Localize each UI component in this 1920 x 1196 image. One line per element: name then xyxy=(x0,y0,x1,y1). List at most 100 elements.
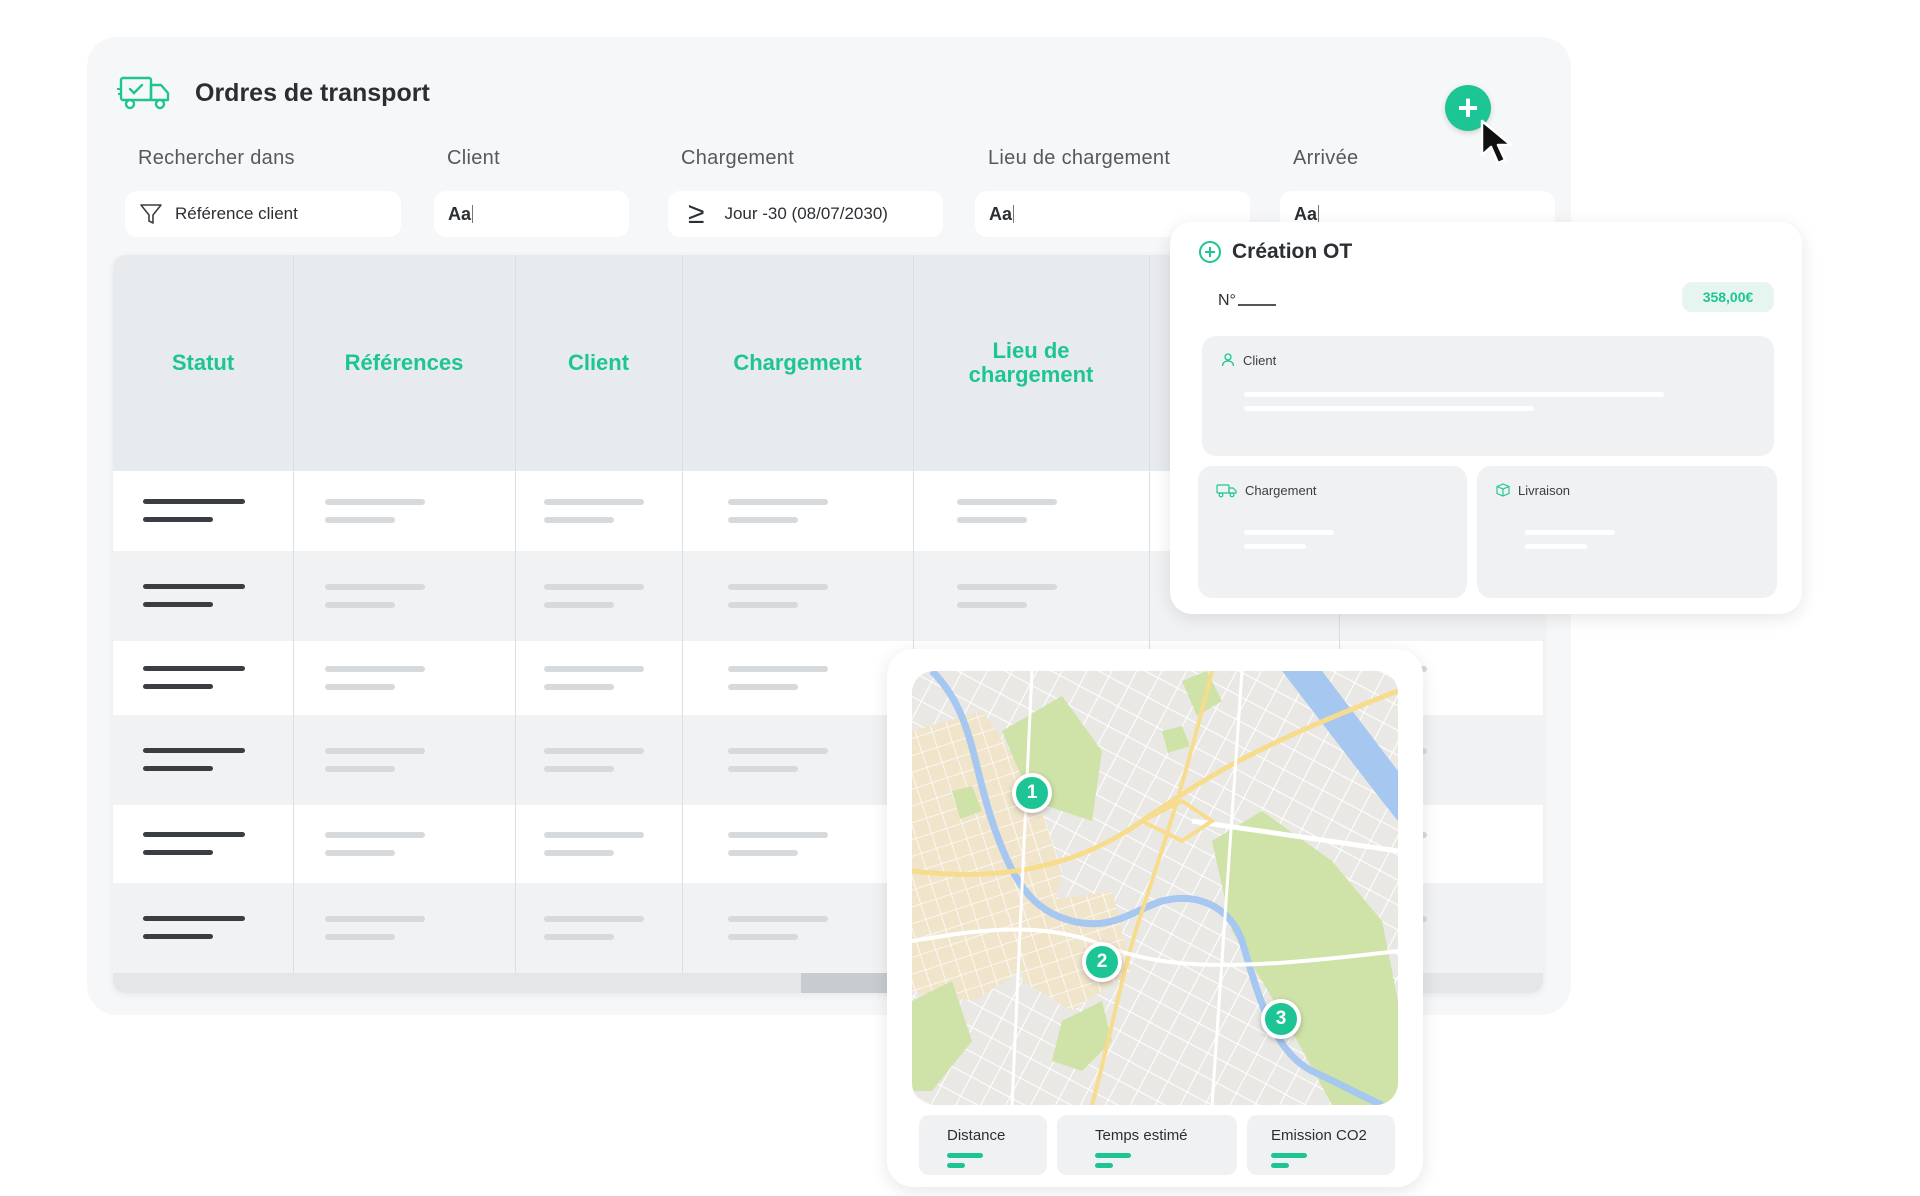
order-number-field[interactable]: N° xyxy=(1218,292,1276,310)
placeholder-bar xyxy=(728,517,798,523)
cursor-icon xyxy=(1480,119,1513,165)
placeholder-bar xyxy=(544,850,614,856)
distance-label: Distance xyxy=(947,1127,1006,1144)
placeholder-bar xyxy=(544,748,644,754)
placeholder-bar xyxy=(325,666,425,672)
placeholder-bar xyxy=(143,766,213,771)
column-header-loading[interactable]: Chargement xyxy=(682,255,913,471)
placeholder-bar xyxy=(143,666,245,671)
route-map[interactable]: 1 2 3 xyxy=(912,671,1398,1105)
column-header-status[interactable]: Statut xyxy=(113,255,293,471)
placeholder-bar xyxy=(325,499,425,505)
placeholder-bar xyxy=(143,916,245,921)
placeholder-bar xyxy=(143,584,245,589)
placeholder-bar xyxy=(957,499,1057,505)
client-box-label: Client xyxy=(1220,352,1276,368)
placeholder-bar xyxy=(728,684,798,690)
search-in-select[interactable]: Référence client xyxy=(125,191,401,237)
placeholder-bar xyxy=(325,748,425,754)
placeholder-bar xyxy=(728,602,798,608)
greater-or-equal-icon: ≥ xyxy=(688,197,705,230)
user-icon xyxy=(1221,353,1235,367)
placeholder-bar xyxy=(325,684,395,690)
placeholder-bar xyxy=(728,766,798,772)
placeholder-bar xyxy=(544,517,614,523)
placeholder-bar xyxy=(544,666,644,672)
placeholder-bar xyxy=(143,748,245,753)
order-creation-card: Création OT N° 358,00€ Client Chargement xyxy=(1170,222,1802,614)
loading-box-label: Chargement xyxy=(1216,482,1317,498)
placeholder-bar xyxy=(325,916,425,922)
placeholder-bar xyxy=(325,850,395,856)
placeholder-bar xyxy=(728,666,828,672)
co2-emission-stat: Emission CO2 xyxy=(1247,1115,1395,1175)
placeholder-bar xyxy=(143,934,213,939)
creation-title-row: Création OT xyxy=(1198,240,1352,264)
placeholder-bar xyxy=(143,684,213,689)
map-marker-2[interactable]: 2 xyxy=(1082,942,1122,982)
placeholder-bar xyxy=(143,832,245,837)
route-map-card: 1 2 3 Distance Temps estimé Emission CO2 xyxy=(887,649,1423,1187)
filter-label-loading-place: Lieu de chargement xyxy=(988,147,1171,169)
estimated-time-label: Temps estimé xyxy=(1095,1127,1188,1144)
funnel-icon xyxy=(140,204,162,224)
map-marker-1[interactable]: 1 xyxy=(1012,773,1052,813)
placeholder-bar xyxy=(728,499,828,505)
loading-box[interactable]: Chargement xyxy=(1198,466,1467,598)
placeholder-bar xyxy=(728,934,798,940)
placeholder-bar xyxy=(143,517,213,522)
placeholder-bar xyxy=(728,748,828,754)
price-badge: 358,00€ xyxy=(1682,282,1774,312)
map-marker-3[interactable]: 3 xyxy=(1261,999,1301,1039)
placeholder-bar xyxy=(143,850,213,855)
truck-icon xyxy=(117,76,170,110)
column-header-client[interactable]: Client xyxy=(515,255,682,471)
column-header-references[interactable]: Références xyxy=(293,255,515,471)
plus-icon: + xyxy=(1457,87,1479,128)
loading-place-filter-value: Aa xyxy=(989,203,1013,224)
delivery-box-label: Livraison xyxy=(1495,482,1570,498)
placeholder-bar xyxy=(544,934,614,940)
order-number-label: N° xyxy=(1218,292,1236,309)
placeholder-bar xyxy=(957,584,1057,590)
estimated-time-stat: Temps estimé xyxy=(1057,1115,1237,1175)
placeholder-bar xyxy=(544,832,644,838)
placeholder-bar xyxy=(957,517,1027,523)
placeholder-bar xyxy=(544,766,614,772)
filter-label-loading: Chargement xyxy=(681,147,795,169)
placeholder-bar xyxy=(544,684,614,690)
co2-emission-label: Emission CO2 xyxy=(1271,1127,1367,1144)
filter-label-arrival: Arrivée xyxy=(1293,147,1359,169)
placeholder-bar xyxy=(325,584,425,590)
creation-title: Création OT xyxy=(1232,240,1353,263)
truck-small-icon xyxy=(1216,484,1237,498)
search-in-value: Référence client xyxy=(175,204,298,223)
placeholder-bar xyxy=(728,850,798,856)
page-title: Ordres de transport xyxy=(195,78,430,107)
placeholder-bar xyxy=(143,499,245,504)
client-box[interactable]: Client xyxy=(1202,336,1774,456)
placeholder-bar xyxy=(728,584,828,590)
package-icon xyxy=(1496,483,1510,497)
column-header-loading-place[interactable]: Lieu de chargement xyxy=(913,255,1149,471)
placeholder-bar xyxy=(544,499,644,505)
placeholder-bar xyxy=(544,584,644,590)
delivery-box[interactable]: Livraison xyxy=(1477,466,1777,598)
placeholder-bar xyxy=(325,832,425,838)
title-row: Ordres de transport xyxy=(117,75,430,111)
client-filter-input[interactable]: Aa xyxy=(434,191,629,237)
placeholder-bar xyxy=(325,934,395,940)
map-drawing xyxy=(912,671,1398,1105)
placeholder-bar xyxy=(957,602,1027,608)
distance-stat: Distance xyxy=(919,1115,1047,1175)
placeholder-bar xyxy=(143,602,213,607)
filter-label-client: Client xyxy=(447,147,500,169)
placeholder-bar xyxy=(325,517,395,523)
loading-filter-input[interactable]: ≥ Jour -30 (08/07/2030) xyxy=(668,191,943,237)
placeholder-bar xyxy=(728,916,828,922)
placeholder-bar xyxy=(544,602,614,608)
plus-circle-icon[interactable] xyxy=(1198,240,1222,264)
placeholder-bar xyxy=(544,916,644,922)
client-filter-value: Aa xyxy=(448,203,472,224)
placeholder-bar xyxy=(325,766,395,772)
